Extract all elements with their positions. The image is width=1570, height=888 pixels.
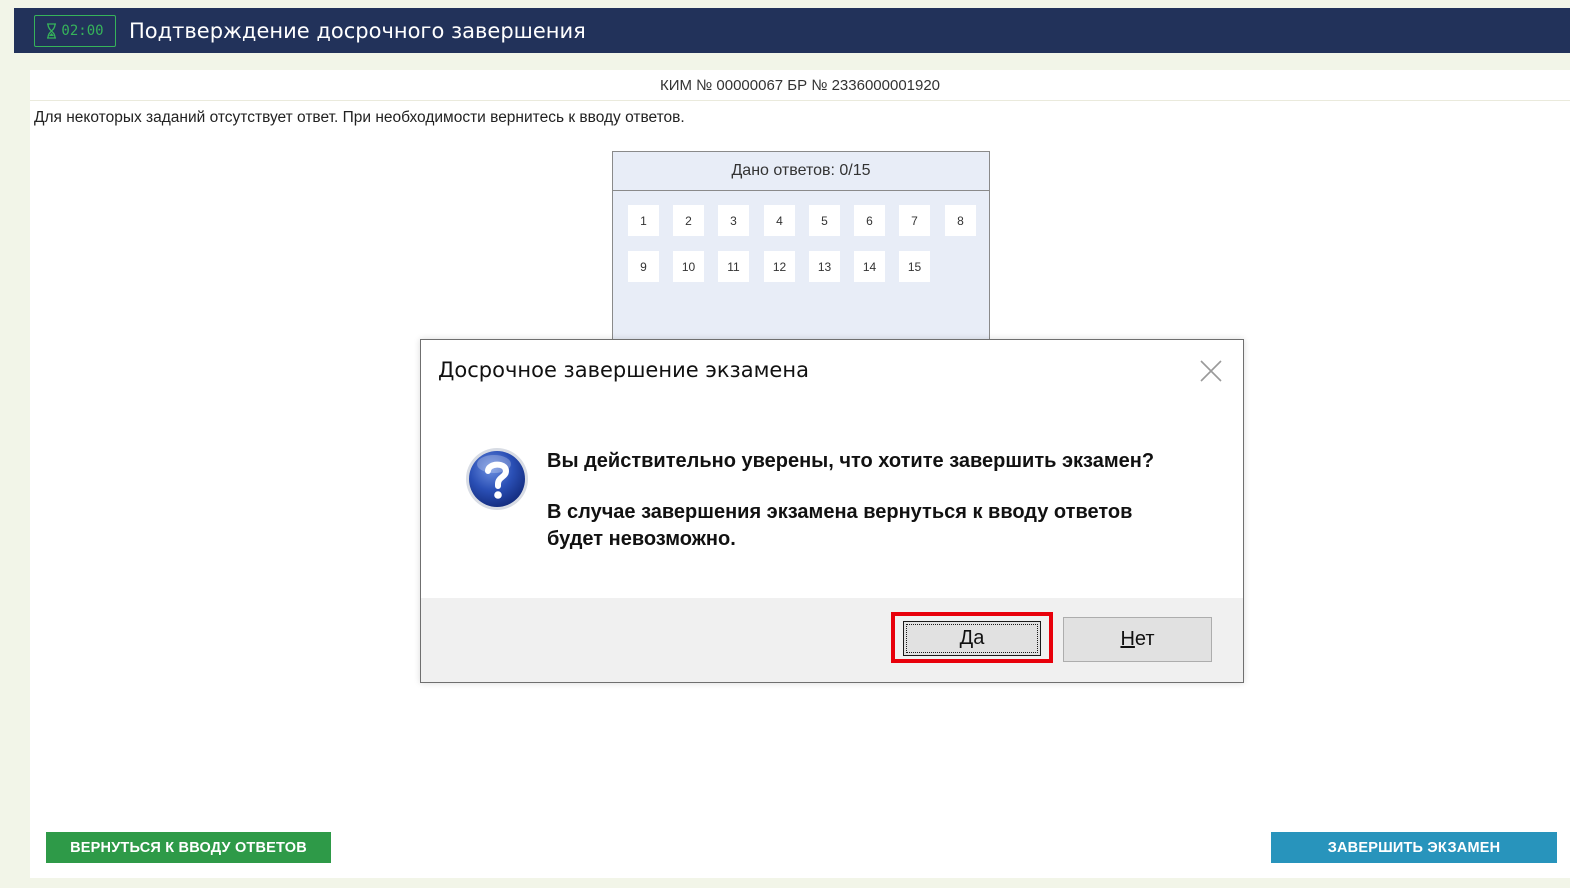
answers-count: Дано ответов: 0/15 bbox=[613, 152, 989, 191]
answer-number-12[interactable]: 12 bbox=[764, 251, 795, 282]
answer-number-3[interactable]: 3 bbox=[718, 205, 749, 236]
header-bar: 02:00 Подтверждение досрочного завершени… bbox=[14, 8, 1570, 53]
back-to-answers-button[interactable]: ВЕРНУТЬСЯ К ВВОДУ ОТВЕТОВ bbox=[46, 832, 331, 863]
answer-number-11[interactable]: 11 bbox=[718, 251, 749, 282]
dialog-message: Вы действительно уверены, что хотите зав… bbox=[547, 448, 1207, 577]
hourglass-icon bbox=[47, 22, 57, 39]
answer-number-9[interactable]: 9 bbox=[628, 251, 659, 282]
answer-number-2[interactable]: 2 bbox=[673, 205, 704, 236]
missing-answers-notice: Для некоторых заданий отсутствует ответ.… bbox=[34, 109, 685, 126]
answer-number-1[interactable]: 1 bbox=[628, 205, 659, 236]
timer: 02:00 bbox=[34, 14, 116, 47]
timer-value: 02:00 bbox=[61, 22, 104, 39]
answer-number-7[interactable]: 7 bbox=[899, 205, 930, 236]
answers-summary: Дано ответов: 0/15 1 2 3 4 5 6 7 8 9 10 … bbox=[612, 151, 990, 346]
answer-number-5[interactable]: 5 bbox=[809, 205, 840, 236]
answer-number-6[interactable]: 6 bbox=[854, 205, 885, 236]
no-button[interactable]: Нет bbox=[1063, 617, 1212, 662]
yes-label-rest: а bbox=[973, 627, 985, 649]
dialog-question: Вы действительно уверены, что хотите зав… bbox=[547, 450, 1155, 472]
no-label-rest: ет bbox=[1134, 628, 1155, 650]
page-title: Подтверждение досрочного завершения bbox=[129, 18, 586, 43]
answer-number-10[interactable]: 10 bbox=[673, 251, 704, 282]
answer-number-8[interactable]: 8 bbox=[945, 205, 976, 236]
no-accelerator: Н bbox=[1120, 628, 1135, 650]
answer-number-4[interactable]: 4 bbox=[764, 205, 795, 236]
answer-number-14[interactable]: 14 bbox=[854, 251, 885, 282]
yes-accelerator: Д bbox=[959, 627, 974, 649]
dialog-title: Досрочное завершение экзамена bbox=[438, 358, 809, 382]
dialog-footer: Да Нет bbox=[421, 598, 1243, 682]
finish-exam-button[interactable]: ЗАВЕРШИТЬ ЭКЗАМЕН bbox=[1271, 832, 1557, 863]
yes-button[interactable]: Да bbox=[903, 621, 1041, 656]
dialog-warning: В случае завершения экзамена вернуться к… bbox=[547, 501, 1133, 550]
answer-number-13[interactable]: 13 bbox=[809, 251, 840, 282]
answer-number-15[interactable]: 15 bbox=[899, 251, 930, 282]
confirm-dialog: Досрочное завершение экзамена Вы действи… bbox=[420, 339, 1244, 683]
kim-info: КИМ № 00000067 БР № 2336000001920 bbox=[30, 70, 1570, 101]
question-icon bbox=[464, 446, 530, 512]
close-icon[interactable] bbox=[1197, 357, 1225, 385]
